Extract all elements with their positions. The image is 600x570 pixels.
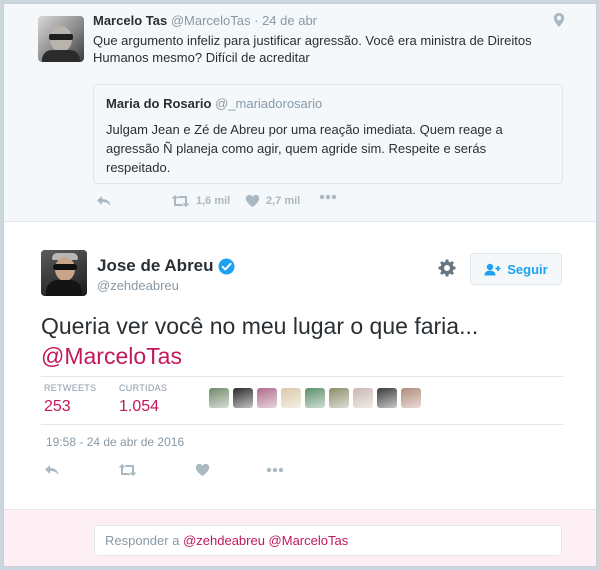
liker-avatar[interactable]	[401, 388, 421, 408]
gear-icon[interactable]	[438, 259, 456, 277]
liker-avatar[interactable]	[353, 388, 373, 408]
retweets-stat[interactable]: RETWEETS 253	[44, 383, 96, 416]
retweets-label: RETWEETS	[44, 383, 97, 393]
add-user-icon	[484, 263, 501, 275]
author-handle[interactable]: @zehdeabreu	[97, 278, 179, 293]
likes-stat[interactable]: CURTIDAS 1.054	[119, 383, 167, 416]
more-button[interactable]	[266, 467, 284, 473]
like-button[interactable]: 2,7 mil	[245, 194, 300, 208]
tweet-permalink-card: Marcelo Tas @MarceloTas · 24 de abr Que …	[3, 3, 597, 567]
liker-avatar[interactable]	[209, 388, 229, 408]
liker-avatar[interactable]	[257, 388, 277, 408]
more-dots-icon	[319, 194, 337, 200]
parent-author-handle[interactable]: @MarceloTas	[171, 13, 251, 28]
reply-button[interactable]	[44, 463, 60, 477]
follow-button-label: Seguir	[507, 261, 548, 277]
reply-input[interactable]: Responder a @zehdeabreu @MarceloTas	[94, 525, 562, 556]
retweet-count: 1,6 mil	[196, 195, 231, 207]
like-button[interactable]	[195, 463, 210, 477]
liker-avatar[interactable]	[377, 388, 397, 408]
stats-divider-bottom	[41, 424, 563, 425]
more-dots-icon	[266, 467, 284, 473]
parent-tweet-header: Marcelo Tas @MarceloTas · 24 de abr	[93, 13, 317, 28]
quoted-tweet[interactable]: Maria do Rosario @_mariadorosario Julgam…	[93, 84, 563, 184]
parent-author-name[interactable]: Marcelo Tas	[93, 13, 167, 28]
quoted-author-name: Maria do Rosario	[106, 96, 212, 111]
liker-avatar[interactable]	[305, 388, 325, 408]
author-name[interactable]: Jose de Abreu	[97, 256, 235, 276]
likes-value: 1.054	[119, 398, 160, 415]
more-button[interactable]	[319, 194, 337, 200]
quoted-tweet-header: Maria do Rosario @_mariadorosario	[106, 96, 322, 111]
reply-icon	[45, 465, 59, 475]
stats-divider-top	[41, 376, 563, 377]
marcelo-tas-avatar[interactable]	[38, 16, 84, 62]
heart-icon	[245, 194, 260, 207]
retweet-button[interactable]	[118, 463, 137, 477]
tweet-text: Queria ver você no meu lugar o que faria…	[41, 311, 561, 371]
parent-tweet[interactable]: Marcelo Tas @MarceloTas · 24 de abr Que …	[4, 4, 596, 222]
verified-badge-icon	[218, 258, 235, 274]
retweets-value: 253	[44, 398, 71, 415]
parent-tweet-text: Que argumento infeliz para justificar ag…	[93, 33, 532, 65]
retweet-button[interactable]: 1,6 mil	[171, 194, 230, 208]
tweet-mention-link[interactable]: @MarceloTas	[41, 341, 561, 371]
location-pin-icon	[553, 13, 565, 27]
tweet-text-line: Queria ver você no meu lugar o que faria…	[41, 313, 479, 339]
heart-icon	[195, 463, 210, 476]
reply-button[interactable]	[96, 194, 112, 208]
reply-mentions: @zehdeabreu @MarceloTas	[183, 533, 349, 548]
retweet-icon	[171, 195, 190, 207]
retweet-icon	[118, 464, 137, 476]
follow-button[interactable]: Seguir	[470, 253, 562, 285]
quoted-tweet-text: Julgam Jean e Zé de Abreu por uma reação…	[106, 122, 503, 175]
jose-de-abreu-avatar[interactable]	[41, 250, 87, 296]
parent-tweet-time[interactable]: 24 de abr	[262, 13, 317, 28]
reply-composer: Responder a @zehdeabreu @MarceloTas	[4, 509, 596, 566]
reply-icon	[97, 196, 111, 206]
likes-label: CURTIDAS	[119, 383, 168, 393]
liker-avatar[interactable]	[281, 388, 301, 408]
liker-avatar[interactable]	[233, 388, 253, 408]
tweet-timestamp: 19:58 - 24 de abr de 2016	[46, 435, 185, 449]
like-count: 2,7 mil	[266, 195, 301, 207]
author-name-text: Jose de Abreu	[97, 256, 214, 275]
likers-avatars	[209, 388, 421, 408]
separator-dot: ·	[254, 13, 259, 28]
liker-avatar[interactable]	[329, 388, 349, 408]
reply-prefix: Responder a	[105, 533, 180, 548]
quoted-author-handle: @_mariadorosario	[215, 96, 323, 111]
